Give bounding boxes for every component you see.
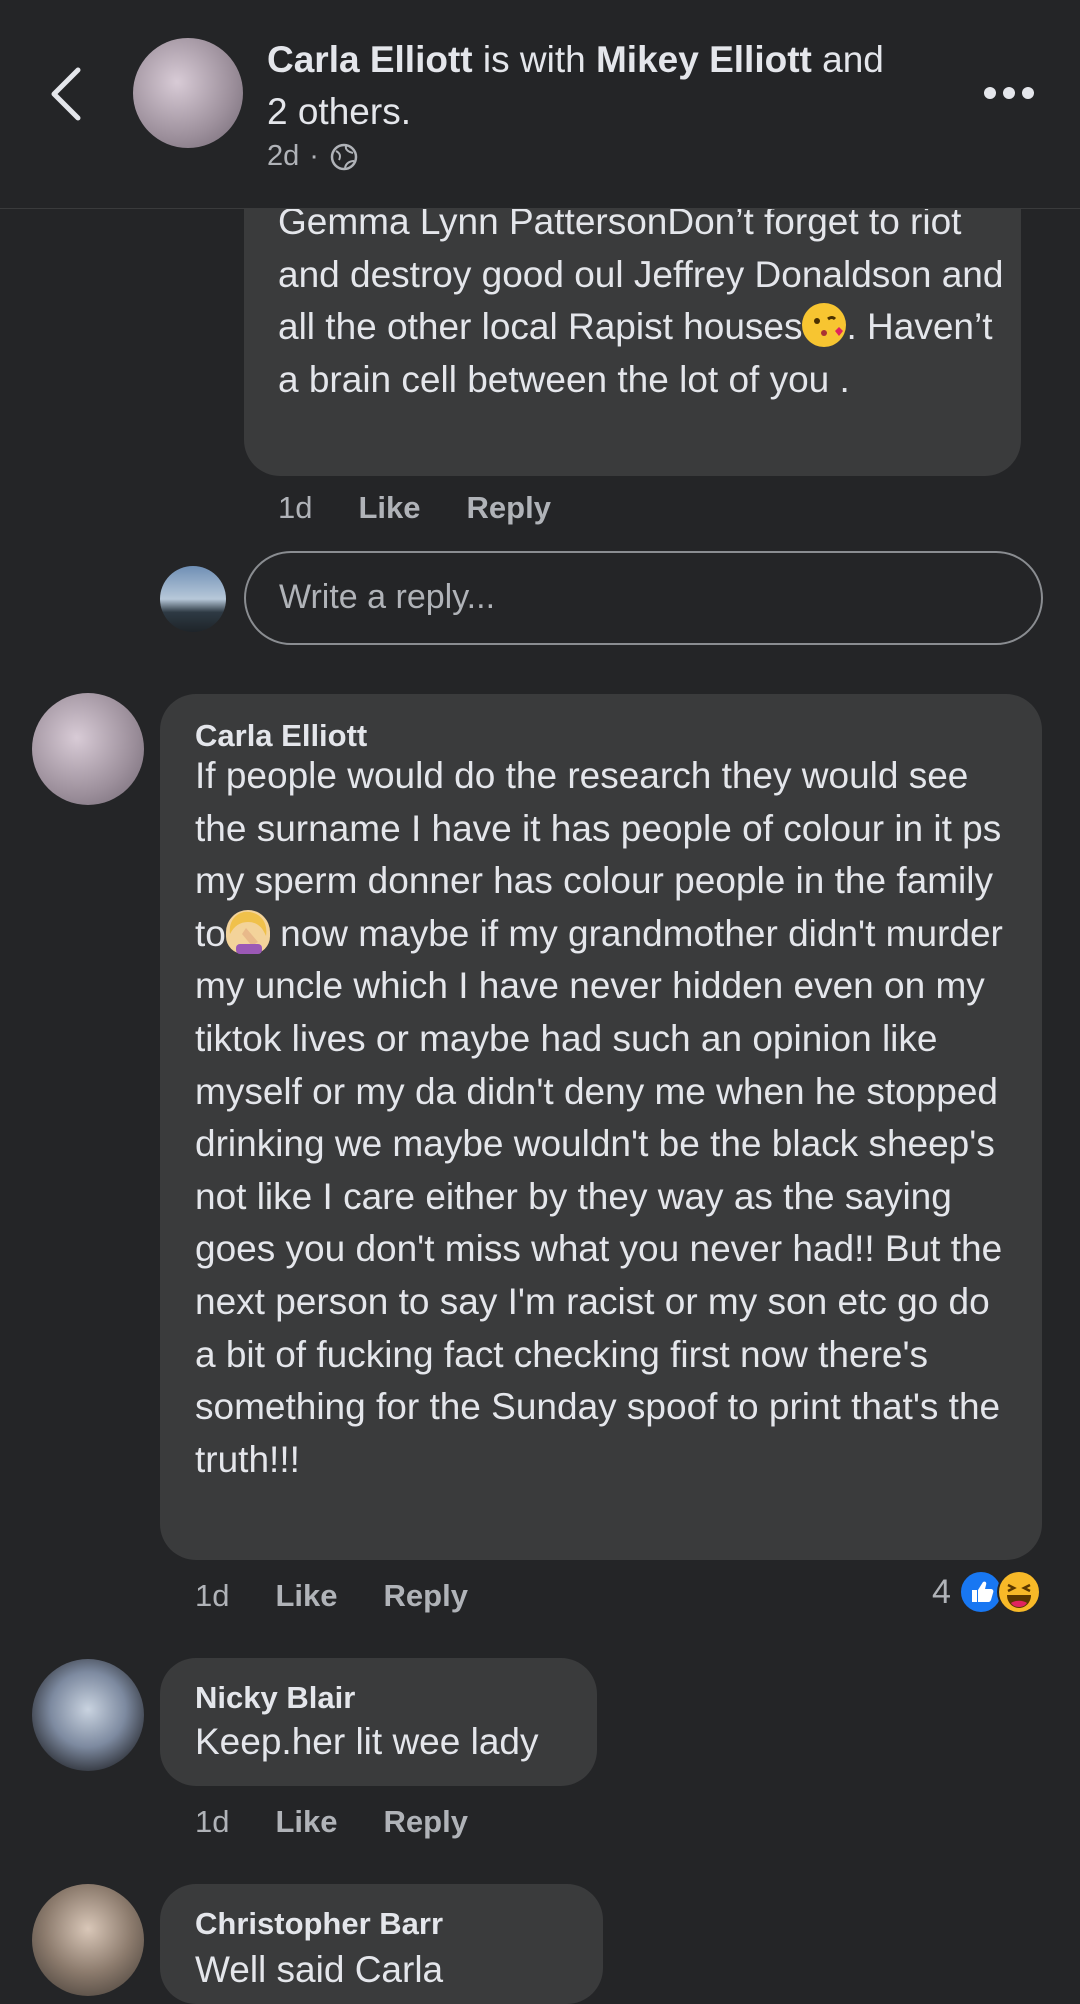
globe-icon xyxy=(330,143,358,170)
more-options-icon[interactable] xyxy=(984,78,1044,108)
comment-bubble: Christopher Barr Well said Carla xyxy=(160,1884,603,2004)
post-title: Carla Elliott is with Mikey Elliott and … xyxy=(267,34,967,138)
comment-text: If people would do the research they wou… xyxy=(195,755,1014,1480)
comment-time[interactable]: 1d xyxy=(195,1578,229,1614)
like-button[interactable]: Like xyxy=(358,490,420,526)
author-avatar[interactable] xyxy=(133,38,243,148)
reply-button[interactable]: Reply xyxy=(384,1804,468,1840)
reply-button[interactable]: Reply xyxy=(467,490,551,526)
comment-time[interactable]: 1d xyxy=(195,1804,229,1840)
reply-input[interactable]: Write a reply... xyxy=(244,551,1043,645)
comment-actions: 1d Like Reply xyxy=(195,1804,468,1840)
comment-actions: 1d Like Reply xyxy=(278,490,551,526)
post-header: Carla Elliott is with Mikey Elliott and … xyxy=(0,0,1080,209)
post-time[interactable]: 2d xyxy=(267,140,299,173)
with-text: is with xyxy=(482,39,586,80)
comment-time[interactable]: 1d xyxy=(278,490,312,526)
comment-text: Gemma Lynn PattersonDon’t forget to riot… xyxy=(278,201,1014,400)
reaction-summary[interactable]: 4 xyxy=(932,1568,1041,1616)
back-arrow-icon[interactable] xyxy=(44,66,92,122)
reaction-count: 4 xyxy=(932,1572,951,1611)
comment-text: Well said Carla xyxy=(195,1949,444,1990)
like-button[interactable]: Like xyxy=(275,1804,337,1840)
comment-text: Keep.her lit wee lady xyxy=(195,1721,539,1762)
reply-button[interactable]: Reply xyxy=(384,1578,468,1614)
and-text: and xyxy=(822,39,884,80)
like-button[interactable]: Like xyxy=(275,1578,337,1614)
reply-placeholder: Write a reply... xyxy=(279,578,496,616)
author-name[interactable]: Carla Elliott xyxy=(267,39,473,80)
tagged-name[interactable]: Mikey Elliott xyxy=(596,39,812,80)
comment-actions: 1d Like Reply xyxy=(195,1578,468,1614)
meta-separator: · xyxy=(309,140,319,172)
kissing-face-emoji xyxy=(802,303,847,348)
commenter-avatar[interactable] xyxy=(32,693,144,805)
comment-bubble: Carla Elliott If people would do the res… xyxy=(160,694,1042,1560)
comment-bubble: Nicky Blair Keep.her lit wee lady xyxy=(160,1658,597,1786)
facepalm-emoji xyxy=(225,909,270,954)
others-link[interactable]: 2 others. xyxy=(267,91,411,132)
commenter-avatar[interactable] xyxy=(32,1884,144,1996)
haha-reaction-icon xyxy=(996,1570,1041,1614)
commenter-name[interactable]: Nicky Blair xyxy=(195,1678,355,1718)
commenter-name[interactable]: Christopher Barr xyxy=(195,1904,443,1944)
comment-bubble: Gemma Lynn PattersonDon’t forget to riot… xyxy=(244,170,1021,476)
commenter-avatar[interactable] xyxy=(32,1659,144,1771)
user-avatar xyxy=(160,566,226,632)
post-meta: 2d · xyxy=(267,140,359,173)
